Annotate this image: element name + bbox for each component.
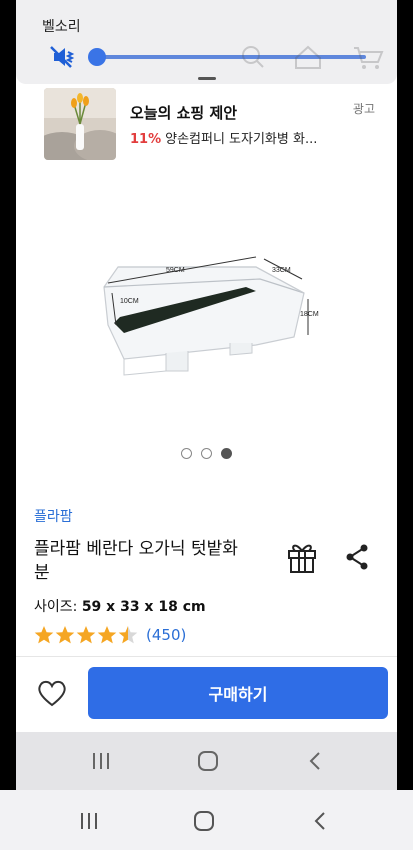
dim-width-label: 33CM	[272, 267, 291, 274]
ad-thumbnail	[44, 88, 116, 160]
star-icon	[55, 626, 75, 644]
product-image[interactable]: 59CM 33CM 10CM 18CM	[16, 175, 397, 425]
brand-link[interactable]: 플라팜	[34, 506, 73, 526]
gift-icon[interactable]	[286, 540, 318, 574]
carousel-indicator	[181, 448, 241, 460]
ad-description-text: 양손컴퍼니 도자기화병 화...	[165, 132, 318, 147]
half-star-icon	[118, 626, 138, 644]
volume-slider-thumb[interactable]	[88, 48, 106, 66]
dim-length-label: 59CM	[166, 267, 185, 274]
volume-panel-handle[interactable]	[198, 77, 216, 80]
buy-button[interactable]: 구매하기	[88, 667, 388, 719]
home-icon[interactable]	[193, 746, 223, 776]
carousel-dot-active[interactable]	[221, 448, 232, 459]
recent-apps-icon[interactable]	[86, 746, 116, 776]
ad-title: 오늘의 쇼핑 제안	[130, 104, 238, 122]
product-title: 플라팜 베란다 오가닉 텃밭화분	[34, 539, 238, 583]
share-icon[interactable]	[344, 542, 370, 572]
volume-panel: 벨소리	[16, 0, 397, 84]
wishlist-heart-icon[interactable]	[36, 678, 68, 708]
ad-badge: 광고	[352, 102, 375, 116]
inner-navigation-bar	[16, 732, 397, 790]
vibrate-mute-icon[interactable]	[46, 44, 76, 70]
back-icon[interactable]	[305, 806, 335, 836]
star-icon	[97, 626, 117, 644]
back-icon[interactable]	[300, 746, 330, 776]
background-toolbar-icons	[242, 45, 384, 69]
phone-frame: 벨소리 오늘의 쇼핑 제안 11% 양손컴퍼니 도자기화병 화... 광고 59…	[0, 0, 413, 850]
divider	[16, 656, 397, 657]
size-spec-label: 사이즈:	[34, 599, 78, 615]
rating-count[interactable]: (450)	[146, 626, 186, 644]
size-spec-value: 59 x 33 x 18 cm	[81, 599, 206, 615]
star-icon	[76, 626, 96, 644]
dim-depth-label: 10CM	[120, 298, 139, 305]
volume-stream-label: 벨소리	[42, 19, 81, 35]
carousel-dot[interactable]	[201, 448, 212, 459]
system-navigation-bar	[0, 790, 413, 850]
ad-description: 11% 양손컴퍼니 도자기화병 화...	[130, 128, 317, 147]
ad-discount: 11%	[130, 132, 162, 147]
dim-height-label: 18CM	[300, 311, 319, 318]
size-spec: 사이즈: 59 x 33 x 18 cm	[34, 596, 206, 616]
screen: 벨소리 오늘의 쇼핑 제안 11% 양손컴퍼니 도자기화병 화... 광고 59…	[16, 0, 397, 790]
star-icon	[34, 626, 54, 644]
right-bezel	[397, 0, 413, 790]
left-bezel	[0, 0, 16, 790]
ad-banner[interactable]: 오늘의 쇼핑 제안 11% 양손컴퍼니 도자기화병 화... 광고	[16, 84, 397, 164]
home-icon[interactable]	[189, 806, 219, 836]
carousel-dot[interactable]	[181, 448, 192, 459]
rating-stars	[34, 626, 138, 644]
recent-apps-icon[interactable]	[74, 806, 104, 836]
